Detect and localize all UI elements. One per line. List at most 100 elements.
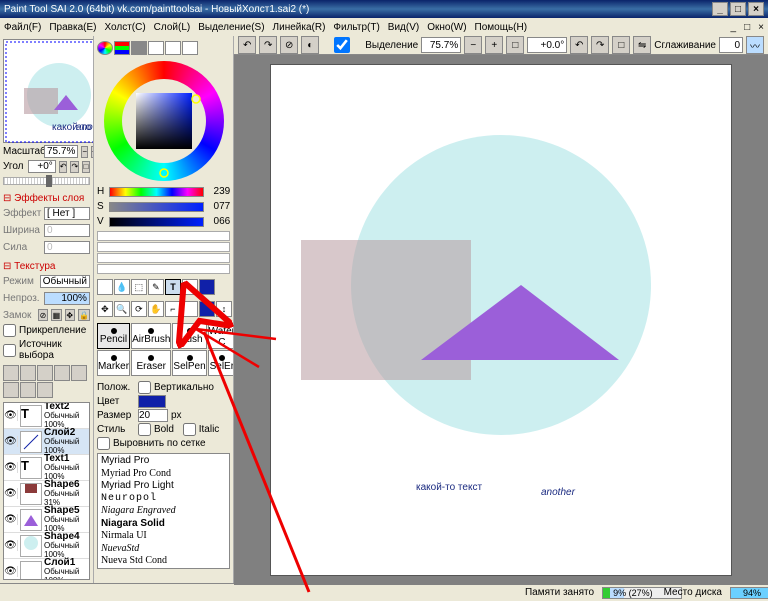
- srcsel-checkbox[interactable]: [3, 344, 16, 357]
- doc-minimize-button[interactable]: _: [731, 22, 737, 33]
- effect-value[interactable]: [ Нет ]: [44, 207, 90, 220]
- tool-blank2[interactable]: [182, 279, 198, 295]
- wheel-mode-icon[interactable]: [97, 41, 113, 55]
- font-option[interactable]: Nyala: [101, 568, 226, 570]
- opacity-value[interactable]: 100%: [44, 292, 90, 305]
- canvas[interactable]: какой-то текст another: [271, 65, 731, 575]
- font-option[interactable]: Niagara Solid: [101, 518, 226, 531]
- doc-maximize-button[interactable]: □: [744, 22, 750, 33]
- font-option[interactable]: Niagara Engraved: [101, 505, 226, 518]
- val-bar[interactable]: [109, 217, 204, 227]
- tool-select-rect[interactable]: ⬚: [131, 279, 147, 295]
- toolbar-rot-ccw[interactable]: ↶: [570, 36, 588, 54]
- tool-zoom[interactable]: 🔍: [114, 301, 130, 317]
- flatten-button[interactable]: [3, 382, 19, 398]
- color-wheel[interactable]: [104, 61, 224, 181]
- canvas-viewport[interactable]: какой-то текст another: [234, 55, 768, 585]
- lock-none-button[interactable]: ⊘: [38, 309, 48, 321]
- navigator-thumbnail[interactable]: какой-то текст another: [3, 39, 94, 143]
- rotate-reset-button[interactable]: □: [82, 161, 90, 173]
- menu-file[interactable]: Файл(F): [4, 22, 41, 33]
- font-option[interactable]: Nueva Std Cond: [101, 555, 226, 568]
- layer-row[interactable]: 👁TText1Обычный100%: [4, 455, 89, 481]
- brush-Pencil[interactable]: Pencil: [97, 323, 130, 349]
- smooth-value[interactable]: [719, 37, 743, 53]
- sat-bar[interactable]: [109, 202, 204, 212]
- doc-close-button[interactable]: ×: [758, 22, 764, 33]
- tool-crop[interactable]: ⌐: [165, 301, 181, 317]
- tool-text[interactable]: T: [165, 279, 181, 295]
- layer-row[interactable]: 👁TText2Обычный100%: [4, 403, 89, 429]
- merge-button[interactable]: [71, 365, 87, 381]
- scratchpad-icon[interactable]: [182, 41, 198, 55]
- toolbar-zoom-out[interactable]: −: [464, 36, 482, 54]
- brush-SelEr[interactable]: SelEr: [208, 350, 235, 376]
- stabilizer-button[interactable]: 〰: [746, 36, 764, 54]
- menu-edit[interactable]: Правка(E): [49, 22, 96, 33]
- menu-ruler[interactable]: Линейка(R): [273, 22, 326, 33]
- toolbar-zoom-reset[interactable]: □: [506, 36, 524, 54]
- font-option[interactable]: NuevaStd: [101, 543, 226, 556]
- delete-layer-button[interactable]: [37, 382, 53, 398]
- font-list[interactable]: Myriad ProMyriad Pro CondMyriad Pro Ligh…: [97, 453, 230, 569]
- toolbar-fliph[interactable]: ⇋: [633, 36, 651, 54]
- menu-help[interactable]: Помощь(H): [475, 22, 528, 33]
- redo-button[interactable]: ↷: [259, 36, 277, 54]
- new-folder-button[interactable]: [37, 365, 53, 381]
- tool-pencil[interactable]: ✎: [148, 279, 164, 295]
- eye-icon[interactable]: 👁: [4, 462, 18, 473]
- menu-canvas[interactable]: Холст(C): [104, 22, 145, 33]
- undo-button[interactable]: ↶: [238, 36, 256, 54]
- font-option[interactable]: Myriad Pro Cond: [101, 468, 226, 481]
- close-button[interactable]: ×: [748, 2, 764, 16]
- new-layer-button[interactable]: [3, 365, 19, 381]
- font-option[interactable]: Myriad Pro Light: [101, 480, 226, 493]
- layer-row[interactable]: 👁Shape5Обычный100%: [4, 507, 89, 533]
- tool-eyedropper[interactable]: 💧: [114, 279, 130, 295]
- tool-move[interactable]: ✥: [97, 301, 113, 317]
- toolbar-rot-cw[interactable]: ↷: [591, 36, 609, 54]
- new-vector-button[interactable]: [20, 365, 36, 381]
- tool-swap[interactable]: ↕: [216, 301, 232, 317]
- layer-mask-button[interactable]: [54, 365, 70, 381]
- tool-blank1[interactable]: [97, 279, 113, 295]
- deselect-button[interactable]: ⊘: [280, 36, 298, 54]
- lock-move-button[interactable]: ✥: [65, 309, 75, 321]
- eye-icon[interactable]: 👁: [4, 488, 18, 499]
- swatch-palette[interactable]: [97, 230, 230, 275]
- angle-value[interactable]: +0°: [28, 160, 56, 173]
- palette-icon[interactable]: [165, 41, 181, 55]
- maximize-button[interactable]: □: [730, 2, 746, 16]
- hue-bar[interactable]: [109, 187, 204, 197]
- tool-blank3[interactable]: [182, 301, 198, 317]
- lock-all-button[interactable]: 🔒: [78, 309, 90, 321]
- menu-filter[interactable]: Фильтр(T): [333, 22, 379, 33]
- italic-checkbox[interactable]: [183, 423, 196, 436]
- brush-AirBrush[interactable]: AirBrush: [131, 323, 171, 349]
- eye-icon[interactable]: 👁: [4, 436, 18, 447]
- zoom-out-button[interactable]: −: [81, 146, 88, 158]
- lock-pixel-button[interactable]: ▦: [51, 309, 61, 321]
- clear-button[interactable]: [20, 382, 36, 398]
- brush-Marker[interactable]: Marker: [97, 350, 130, 376]
- layer-row[interactable]: 👁Слой2Обычный100%: [4, 429, 89, 455]
- mode-value[interactable]: Обычный: [40, 275, 90, 288]
- tool-hand[interactable]: ✋: [148, 301, 164, 317]
- rotate-ccw-button[interactable]: ↶: [59, 161, 68, 173]
- invert-sel-button[interactable]: ◐: [301, 36, 319, 54]
- menu-selection[interactable]: Выделение(S): [198, 22, 264, 33]
- brush-Water C[interactable]: Water C: [208, 323, 235, 349]
- menu-layer[interactable]: Слой(L): [154, 22, 191, 33]
- bold-checkbox[interactable]: [138, 423, 151, 436]
- layer-list[interactable]: 👁TText2Обычный100%👁Слой2Обычный100%👁TTex…: [3, 402, 90, 580]
- hsv-bars-icon[interactable]: [131, 41, 147, 55]
- scale-value[interactable]: 75.7%: [44, 145, 78, 158]
- toolbar-angle[interactable]: [527, 37, 567, 53]
- size-input[interactable]: [138, 409, 168, 422]
- swatch-icon[interactable]: [148, 41, 164, 55]
- toolbar-zoom[interactable]: [421, 37, 461, 53]
- minimize-button[interactable]: _: [712, 2, 728, 16]
- angle-slider[interactable]: [3, 177, 90, 185]
- font-option[interactable]: Neuropol: [101, 493, 226, 506]
- brush-Eraser[interactable]: Eraser: [131, 350, 171, 376]
